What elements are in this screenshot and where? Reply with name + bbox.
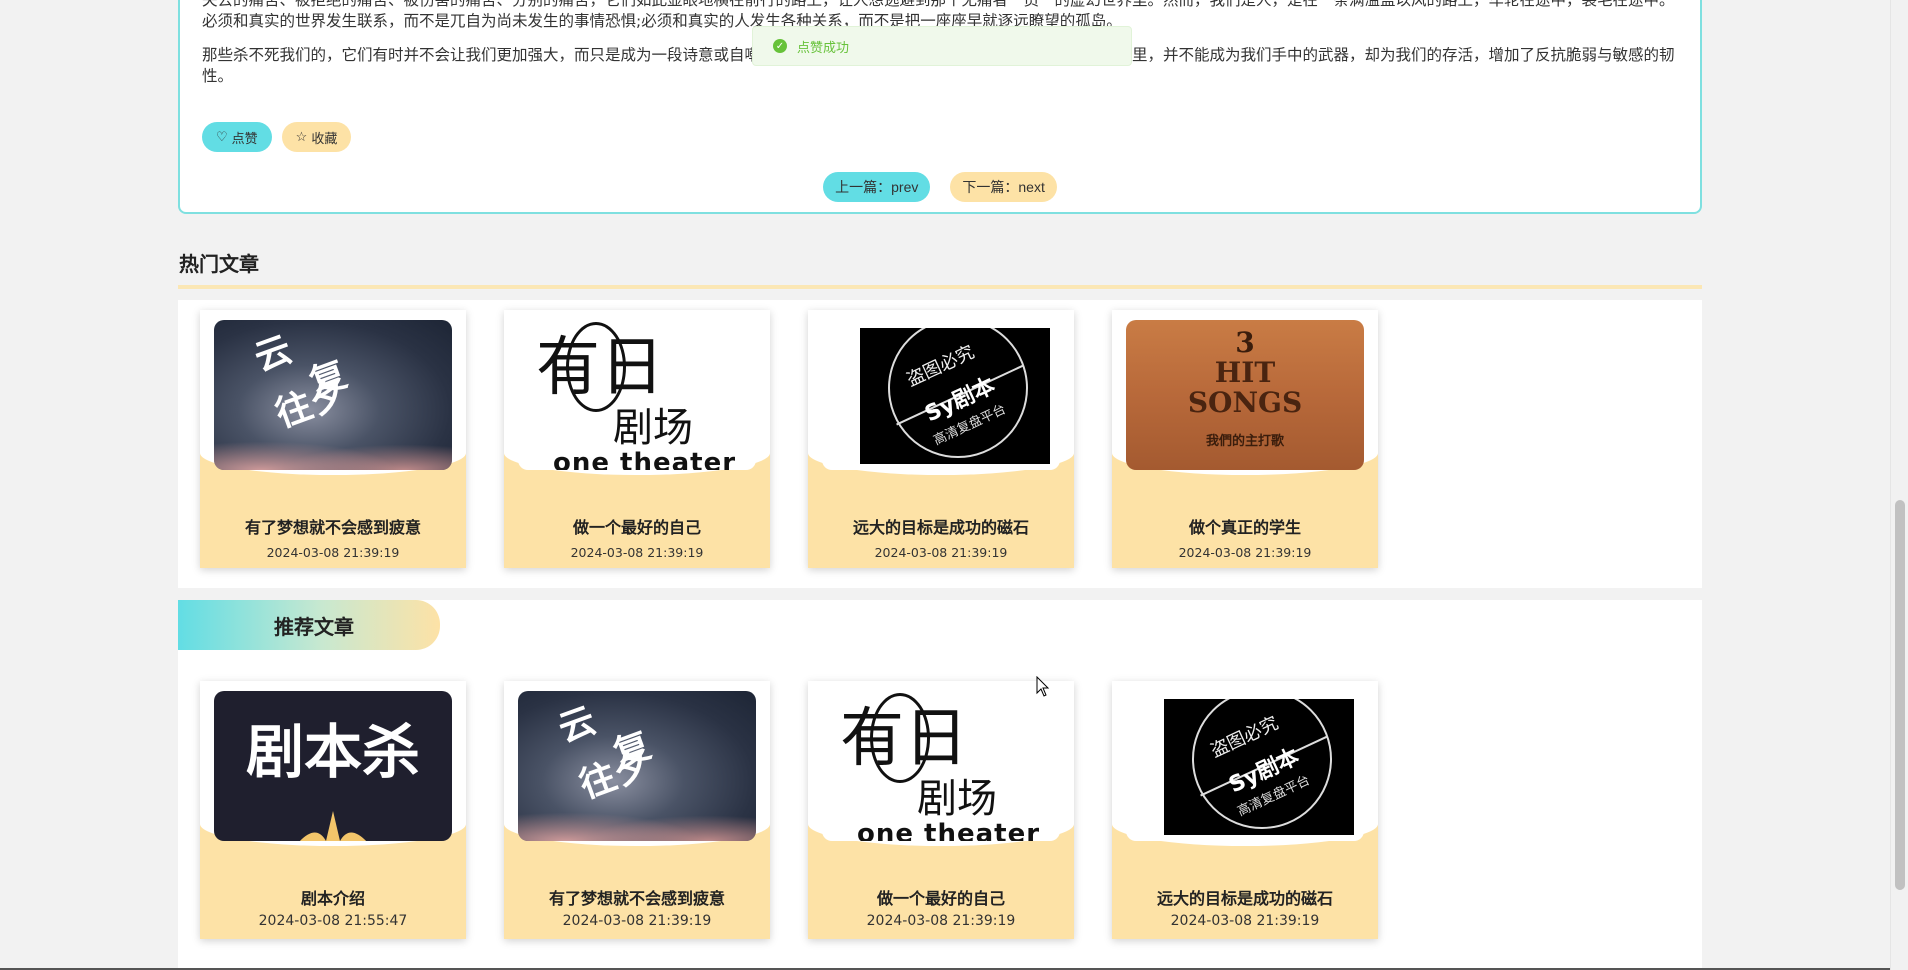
article-title: 有了梦想就不会感到疲意 bbox=[548, 889, 725, 908]
hot-articles-grid: 云 复 往夕 有了梦想就不会感到疲意 2024-03-08 21:39:19 有… bbox=[200, 310, 1378, 568]
article-card-item[interactable]: 3 HIT SONGS 我們的主打歌 做个真正的学生 2024-03-08 21… bbox=[1112, 310, 1378, 568]
check-circle-icon: ✓ bbox=[773, 39, 787, 53]
hot-articles-title: 热门文章 bbox=[179, 252, 259, 276]
star-icon: ☆ bbox=[295, 129, 308, 144]
article-card-item[interactable]: 云 复 往夕 有了梦想就不会感到疲意 2024-03-08 21:39:19 bbox=[200, 310, 466, 568]
recommended-articles-title: 推荐文章 bbox=[178, 600, 440, 650]
article-actions: ♡ 点赞 ☆ 收藏 bbox=[202, 122, 352, 152]
prev-article-button[interactable]: 上一篇：prev bbox=[823, 172, 931, 202]
article-title: 做一个最好的自己 bbox=[876, 889, 1005, 908]
heart-icon: ♡ bbox=[216, 129, 228, 144]
page: 失去的痛苦、被拒绝的痛苦、被伤害的痛苦、分别的痛苦，它们如此显眼地横在前行的路上… bbox=[0, 0, 1890, 970]
article-title: 做一个最好的自己 bbox=[572, 518, 701, 537]
article-title: 有了梦想就不会感到疲意 bbox=[244, 518, 421, 537]
article-date: 2024-03-08 21:39:19 bbox=[866, 913, 1016, 929]
next-article-button[interactable]: 下一篇：next bbox=[950, 172, 1057, 202]
article-thumbnail: 3 HIT SONGS 我們的主打歌 bbox=[1126, 320, 1364, 470]
article-card-item[interactable]: 盗图必究 Sy剧本 高清复盘平台 远大的目标是成功的磁石 2024-03-08 … bbox=[808, 310, 1074, 568]
article-card-item[interactable]: 云 复 往夕 有了梦想就不会感到疲意 2024-03-08 21:39:19 bbox=[504, 681, 770, 939]
article-card-item[interactable]: 有日 剧场 one theater 做一个最好的自己 2024-03-08 21… bbox=[504, 310, 770, 568]
article-thumbnail: 盗图必究 Sy剧本 高清复盘平台 bbox=[1126, 691, 1364, 841]
article-date: 2024-03-08 21:39:19 bbox=[1170, 913, 1320, 929]
article-title: 剧本介绍 bbox=[300, 889, 365, 908]
article-thumbnail: 云 复 往夕 bbox=[214, 320, 452, 470]
article-thumbnail: 有日 剧场 one theater bbox=[822, 691, 1060, 841]
toast-text: 点赞成功 bbox=[797, 40, 850, 56]
article-card-item[interactable]: 有日 剧场 one theater 做一个最好的自己 2024-03-08 21… bbox=[808, 681, 1074, 939]
crown-icon bbox=[299, 811, 367, 841]
article-date: 2024-03-08 21:39:19 bbox=[266, 545, 400, 560]
article-card-item[interactable]: 剧本杀 剧本介绍 2024-03-08 21:55:47 bbox=[200, 681, 466, 939]
article-pagination: 上一篇：prev 下一篇：next bbox=[180, 172, 1700, 202]
article-thumbnail: 云 复 往夕 bbox=[518, 691, 756, 841]
article-thumbnail: 有日 剧场 one theater bbox=[518, 320, 756, 470]
mouse-cursor-icon bbox=[1036, 676, 1050, 697]
article-thumbnail: 剧本杀 bbox=[214, 691, 452, 841]
hot-articles-divider bbox=[178, 285, 1702, 289]
article-title: 远大的目标是成功的磁石 bbox=[1156, 889, 1333, 908]
article-date: 2024-03-08 21:39:19 bbox=[874, 545, 1008, 560]
favorite-label: 收藏 bbox=[311, 130, 338, 146]
article-thumbnail: 盗图必究 Sy剧本 高清复盘平台 bbox=[822, 320, 1060, 470]
recommended-articles-grid: 剧本杀 剧本介绍 2024-03-08 21:55:47 云 复 往夕 有了梦想… bbox=[200, 681, 1378, 939]
article-title: 做个真正的学生 bbox=[1188, 518, 1301, 537]
article-card-item[interactable]: 盗图必究 Sy剧本 高清复盘平台 远大的目标是成功的磁石 2024-03-08 … bbox=[1112, 681, 1378, 939]
article-date: 2024-03-08 21:55:47 bbox=[258, 913, 408, 929]
success-toast: ✓ 点赞成功 bbox=[752, 26, 1132, 66]
favorite-button[interactable]: ☆ 收藏 bbox=[281, 122, 352, 152]
article-date: 2024-03-08 21:39:19 bbox=[1178, 545, 1312, 560]
page-scrollbar[interactable] bbox=[1890, 0, 1908, 970]
article-title: 远大的目标是成功的磁石 bbox=[852, 518, 1029, 537]
scrollbar-thumb[interactable] bbox=[1895, 500, 1905, 890]
article-date: 2024-03-08 21:39:19 bbox=[570, 545, 704, 560]
like-label: 点赞 bbox=[231, 130, 258, 146]
article-date: 2024-03-08 21:39:19 bbox=[562, 913, 712, 929]
like-button[interactable]: ♡ 点赞 bbox=[202, 122, 272, 152]
